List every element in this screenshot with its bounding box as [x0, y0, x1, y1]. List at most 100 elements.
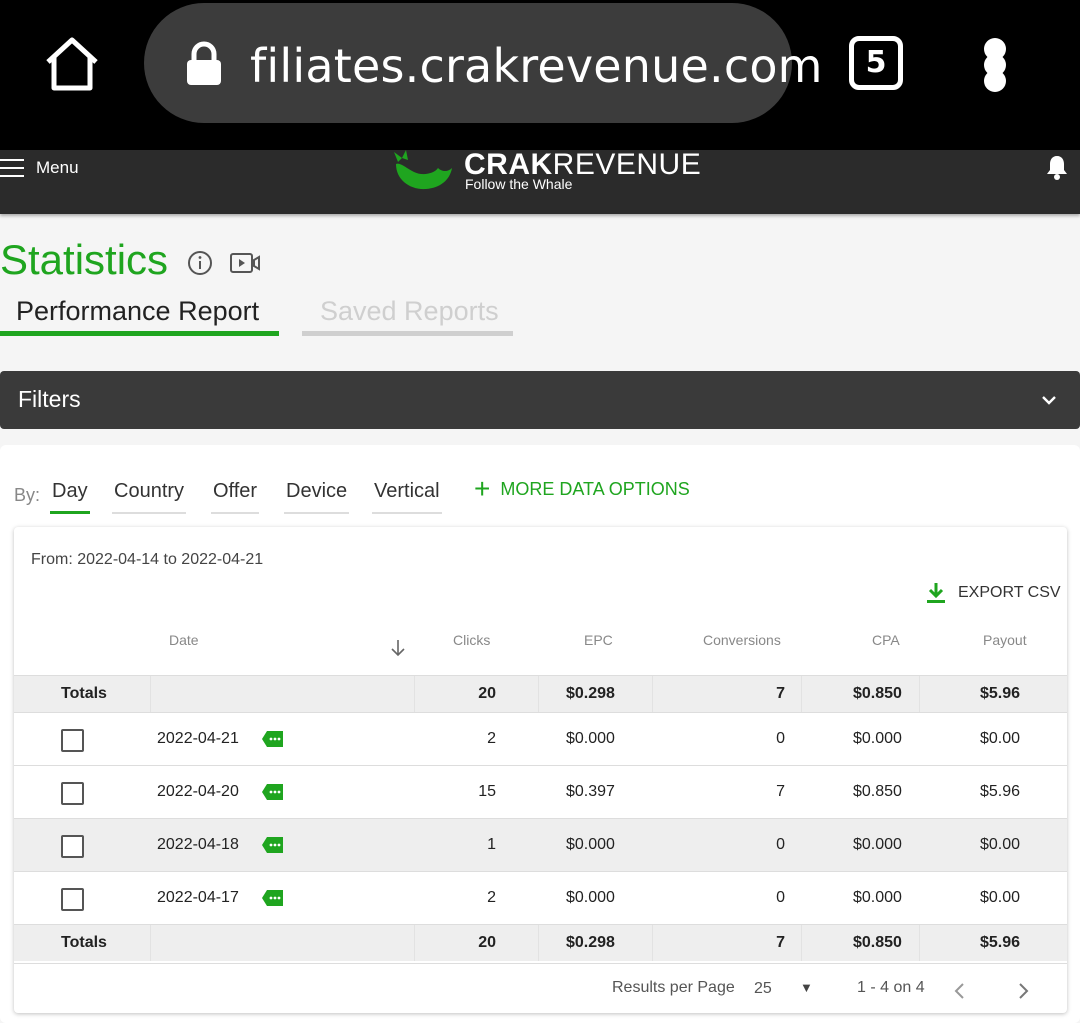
address-bar[interactable]: filiates.crakrevenue.com: [144, 3, 822, 123]
export-csv-button[interactable]: EXPORT CSV: [926, 582, 1061, 604]
more-data-options-label: MORE DATA OPTIONS: [500, 478, 690, 499]
column-header-conversions[interactable]: Conversions: [703, 632, 781, 648]
row-clicks: 1: [487, 836, 496, 853]
totals-label: Totals: [61, 934, 107, 951]
download-icon: [927, 583, 945, 603]
row-payout: $0.00: [980, 889, 1021, 906]
row-conversions: 0: [776, 730, 785, 747]
notification-bell-icon[interactable]: [1046, 154, 1068, 180]
totals-payout: $5.96: [980, 934, 1021, 951]
video-tutorial-icon[interactable]: [230, 252, 260, 274]
tag-icon[interactable]: [261, 730, 284, 748]
brand-logo[interactable]: CRAKREVENUE Follow the Whale: [392, 148, 701, 194]
totals-clicks: 20: [478, 685, 496, 702]
group-by-country[interactable]: Country: [112, 480, 187, 514]
page-title: Statistics: [0, 236, 169, 283]
next-page-icon[interactable]: [1018, 982, 1030, 1000]
totals-cpa: $0.850: [853, 934, 902, 951]
brand-tagline: Follow the Whale: [465, 176, 573, 192]
tab-label: Saved Reports: [320, 296, 499, 326]
row-date: 2022-04-18: [157, 836, 239, 853]
lock-icon: [187, 41, 221, 85]
row-checkbox[interactable]: [61, 888, 84, 911]
more-data-options-button[interactable]: + MORE DATA OPTIONS: [474, 473, 690, 504]
page-range: 1 - 4 on 4: [857, 979, 925, 996]
row-payout: $0.00: [980, 730, 1021, 747]
row-cpa: $0.000: [853, 730, 902, 747]
menu-label: Menu: [36, 158, 79, 177]
totals-epc: $0.298: [566, 934, 615, 951]
column-header-date[interactable]: Date: [169, 632, 199, 648]
totals-cpa: $0.850: [853, 685, 902, 702]
tag-icon[interactable]: [261, 836, 284, 854]
row-cpa: $0.000: [853, 836, 902, 853]
tab-switcher-button[interactable]: 5: [849, 36, 903, 90]
row-date: 2022-04-21: [157, 730, 239, 747]
totals-clicks: 20: [478, 934, 496, 951]
column-header-cpa[interactable]: CPA: [872, 632, 900, 648]
column-header-epc[interactable]: EPC: [584, 632, 613, 648]
row-epc: $0.000: [566, 836, 615, 853]
row-checkbox[interactable]: [61, 835, 84, 858]
totals-conversions: 7: [776, 685, 785, 702]
totals-payout: $5.96: [980, 685, 1021, 702]
table-header: Date Clicks EPC Conversions CPA Payout: [14, 632, 1067, 672]
row-cpa: $0.850: [853, 783, 902, 800]
hamburger-icon: [0, 159, 24, 177]
info-icon[interactable]: [187, 250, 213, 276]
menu-button[interactable]: Menu: [0, 150, 79, 186]
row-date: 2022-04-17: [157, 889, 239, 906]
group-by-offer[interactable]: Offer: [211, 480, 260, 514]
table-row: 2022-04-20 15 $0.397 7 $0.850 $5.96: [14, 765, 1067, 818]
tag-icon[interactable]: [261, 783, 284, 801]
row-clicks: 15: [478, 783, 496, 800]
row-payout: $0.00: [980, 836, 1021, 853]
totals-row: Totals 20 $0.298 7 $0.850 $5.96: [14, 675, 1067, 712]
app-header: Menu CRAKREVENUE Follow the Whale: [0, 148, 1080, 214]
column-header-payout[interactable]: Payout: [983, 632, 1027, 648]
tab-saved-reports[interactable]: Saved Reports: [302, 294, 513, 336]
table-row: 2022-04-21 2 $0.000 0 $0.000 $0.00: [14, 712, 1067, 765]
chevron-down-icon: [1042, 396, 1056, 405]
table-row: 2022-04-18 1 $0.000 0 $0.000 $0.00: [14, 818, 1067, 871]
row-conversions: 7: [776, 783, 785, 800]
row-conversions: 0: [776, 836, 785, 853]
browser-toolbar: filiates.crakrevenue.com 5: [0, 0, 1080, 150]
date-range: From: 2022-04-14 to 2022-04-21: [31, 551, 264, 568]
row-payout: $5.96: [980, 783, 1021, 800]
row-epc: $0.397: [566, 783, 615, 800]
tag-icon[interactable]: [261, 889, 284, 907]
pagination: Results per Page 25 ▼ 1 - 4 on 4: [14, 963, 1067, 1013]
row-epc: $0.000: [566, 889, 615, 906]
tab-performance-report[interactable]: Performance Report: [0, 294, 279, 336]
filters-accordion[interactable]: Filters: [0, 371, 1080, 429]
results-per-page-select[interactable]: 25: [754, 980, 772, 998]
group-by-label: By:: [14, 485, 41, 505]
previous-page-icon[interactable]: [953, 982, 965, 1000]
row-date: 2022-04-20: [157, 783, 239, 800]
tab-label: Performance Report: [16, 296, 260, 326]
home-icon[interactable]: [40, 32, 104, 96]
column-header-clicks[interactable]: Clicks: [453, 632, 490, 648]
group-by-day[interactable]: Day: [50, 480, 90, 514]
row-clicks: 2: [487, 730, 496, 747]
browser-menu-icon[interactable]: [984, 38, 1008, 92]
table-row: 2022-04-17 2 $0.000 0 $0.000 $0.00: [14, 871, 1067, 924]
plus-icon: +: [474, 473, 491, 504]
row-checkbox[interactable]: [61, 729, 84, 752]
report-table-card: From: 2022-04-14 to 2022-04-21 EXPORT CS…: [14, 527, 1067, 1013]
export-csv-label: EXPORT CSV: [958, 584, 1061, 601]
row-checkbox[interactable]: [61, 782, 84, 805]
dropdown-caret-icon[interactable]: ▼: [800, 980, 813, 995]
group-by-device[interactable]: Device: [284, 480, 350, 514]
totals-epc: $0.298: [566, 685, 615, 702]
group-by-vertical[interactable]: Vertical: [372, 480, 442, 514]
filters-label: Filters: [18, 386, 81, 412]
whale-logo-icon: [394, 150, 452, 190]
row-clicks: 2: [487, 889, 496, 906]
url-text: filiates.crakrevenue.com: [250, 39, 823, 93]
sort-descending-icon[interactable]: [390, 639, 406, 657]
totals-conversions: 7: [776, 934, 785, 951]
totals-row: Totals 20 $0.298 7 $0.850 $5.96: [14, 924, 1067, 961]
row-epc: $0.000: [566, 730, 615, 747]
